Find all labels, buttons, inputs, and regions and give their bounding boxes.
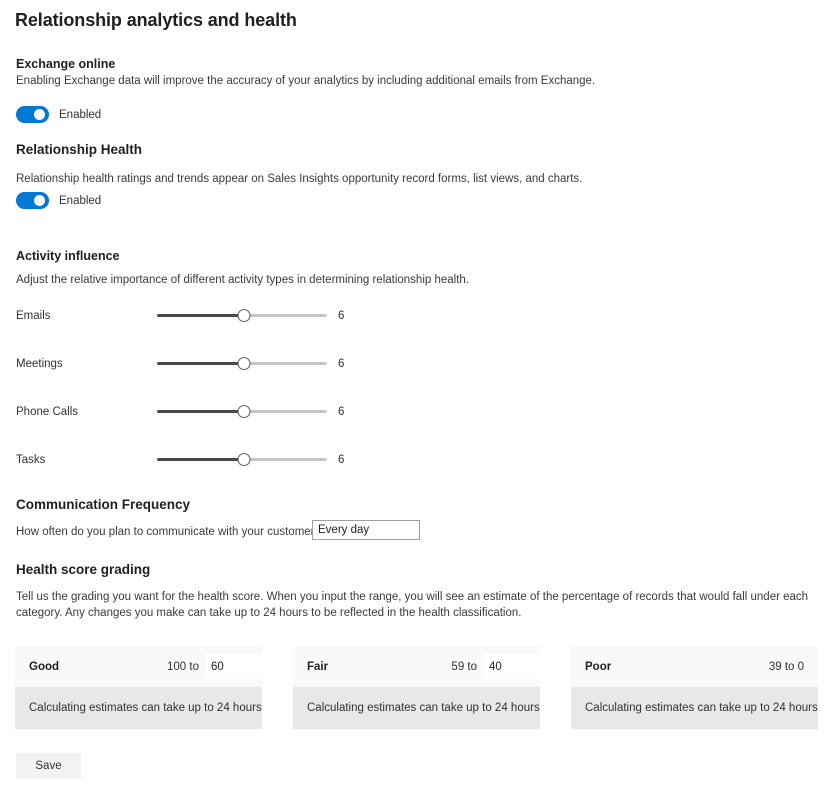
- grading-card-estimate: Calculating estimates can take up to 24 …: [29, 702, 262, 714]
- slider-label-tasks: Tasks: [16, 454, 46, 466]
- slider-row-meetings: Meetings 6: [0, 354, 400, 374]
- slider-fill: [157, 458, 244, 461]
- grading-card-body: Calculating estimates can take up to 24 …: [571, 687, 818, 729]
- grading-card-range: 100 to: [167, 646, 262, 687]
- communication-frequency-heading: Communication Frequency: [16, 497, 191, 512]
- slider-label-emails: Emails: [16, 310, 51, 322]
- settings-page: Relationship analytics and health Exchan…: [0, 0, 830, 789]
- relationship-health-description: Relationship health ratings and trends a…: [16, 173, 583, 185]
- grading-card-fair: Fair 59 to Calculating estimates can tak…: [293, 646, 540, 729]
- grading-cards: Good 100 to Calculating estimates can ta…: [15, 646, 818, 729]
- grading-card-body: Calculating estimates can take up to 24 …: [15, 687, 262, 729]
- grading-card-range-text-poor: 39 to 0: [768, 660, 804, 673]
- grading-card-range: 39 to 0: [769, 646, 818, 687]
- slider-label-meetings: Meetings: [16, 358, 63, 370]
- slider-fill: [157, 314, 244, 317]
- slider-thumb[interactable]: [237, 309, 251, 322]
- grading-card-estimate: Calculating estimates can take up to 24 …: [585, 702, 818, 714]
- exchange-online-toggle[interactable]: [16, 106, 49, 123]
- grading-card-range-prefix: 100 to: [167, 660, 199, 673]
- grading-card-title: Poor: [585, 660, 612, 673]
- grading-card-good: Good 100 to Calculating estimates can ta…: [15, 646, 262, 729]
- slider-value-phone-calls: 6: [338, 406, 345, 418]
- slider-fill: [157, 410, 244, 413]
- grading-card-body: Calculating estimates can take up to 24 …: [293, 687, 540, 729]
- slider-row-phone-calls: Phone Calls 6: [0, 402, 400, 422]
- toggle-knob-icon: [34, 195, 45, 206]
- grading-card-header: Good 100 to: [15, 646, 262, 687]
- exchange-online-heading: Exchange online: [16, 57, 116, 71]
- page-title: Relationship analytics and health: [15, 10, 297, 30]
- slider-value-meetings: 6: [338, 358, 345, 370]
- slider-fill: [157, 362, 244, 365]
- slider-label-phone-calls: Phone Calls: [16, 406, 79, 418]
- health-score-grading-heading: Health score grading: [16, 562, 151, 577]
- grading-card-estimate: Calculating estimates can take up to 24 …: [307, 702, 540, 714]
- relationship-health-toggle-row[interactable]: Enabled: [16, 192, 101, 209]
- grading-card-range-input-good[interactable]: [205, 654, 262, 679]
- slider-value-tasks: 6: [338, 454, 345, 466]
- slider-thumb[interactable]: [237, 357, 251, 370]
- relationship-health-heading: Relationship Health: [16, 142, 143, 157]
- slider-value-emails: 6: [338, 310, 345, 322]
- slider-phone-calls[interactable]: [157, 402, 327, 422]
- grading-card-title: Good: [29, 660, 60, 673]
- exchange-online-toggle-label: Enabled: [59, 108, 102, 121]
- slider-meetings[interactable]: [157, 354, 327, 374]
- health-score-grading-description: Tell us the grading you want for the hea…: [16, 591, 809, 619]
- communication-frequency-question: How often do you plan to communicate wit…: [16, 526, 332, 538]
- slider-row-tasks: Tasks 6: [0, 450, 400, 470]
- relationship-health-toggle-label: Enabled: [59, 194, 102, 207]
- slider-row-emails: Emails 6: [0, 306, 400, 326]
- grading-card-poor: Poor 39 to 0 Calculating estimates can t…: [571, 646, 818, 729]
- exchange-online-toggle-row[interactable]: Enabled: [16, 106, 101, 123]
- activity-influence-description: Adjust the relative importance of differ…: [16, 274, 470, 286]
- grading-card-range-prefix: 59 to: [451, 660, 477, 673]
- grading-card-range-input-fair[interactable]: [483, 654, 540, 679]
- exchange-online-description: Enabling Exchange data will improve the …: [16, 75, 596, 87]
- slider-thumb[interactable]: [237, 405, 251, 418]
- slider-emails[interactable]: [157, 306, 327, 326]
- slider-thumb[interactable]: [237, 453, 251, 466]
- relationship-health-toggle[interactable]: [16, 192, 49, 209]
- toggle-knob-icon: [34, 109, 45, 120]
- slider-tasks[interactable]: [157, 450, 327, 470]
- save-button[interactable]: Save: [16, 753, 81, 779]
- grading-card-title: Fair: [307, 660, 329, 673]
- activity-influence-heading: Activity influence: [16, 249, 120, 263]
- grading-card-header: Poor 39 to 0: [571, 646, 818, 687]
- communication-frequency-input[interactable]: [312, 520, 420, 540]
- grading-card-header: Fair 59 to: [293, 646, 540, 687]
- grading-card-range: 59 to: [451, 646, 540, 687]
